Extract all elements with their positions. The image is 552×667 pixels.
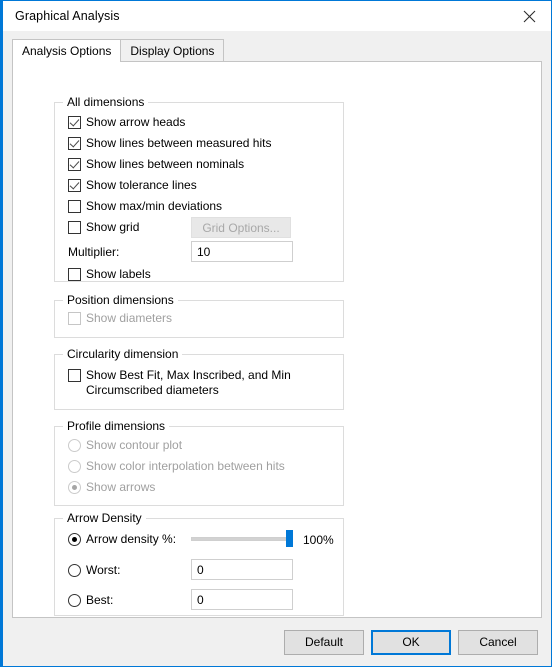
worst-input[interactable]: 0 (191, 559, 293, 580)
checkbox-show-diameters-label: Show diameters (86, 311, 173, 325)
arrow-density-value: 100% (303, 533, 334, 547)
radio-worst[interactable]: Worst: (68, 563, 120, 577)
checkbox-show-max-min-deviations[interactable]: Show max/min deviations (68, 199, 222, 213)
graphical-analysis-dialog: Graphical Analysis Analysis Options Disp… (0, 0, 552, 667)
multiplier-input-value: 10 (197, 244, 211, 259)
close-glyph (523, 10, 535, 22)
worst-input-value: 0 (197, 562, 204, 577)
radio-arrow-density-label: Arrow density %: (86, 532, 177, 546)
arrow-density-slider-thumb[interactable] (286, 530, 293, 547)
radio-best-label: Best: (86, 593, 114, 607)
radio-show-color-interpolation: Show color interpolation between hits (68, 459, 285, 473)
checkbox-show-labels[interactable]: Show labels (68, 267, 151, 281)
checkbox-show-max-min-deviations-label: Show max/min deviations (86, 199, 223, 213)
cancel-button-label: Cancel (479, 635, 517, 649)
radio-best[interactable]: Best: (68, 593, 113, 607)
checkbox-show-tolerance-lines-label: Show tolerance lines (86, 178, 197, 192)
checkbox-show-grid[interactable]: Show grid (68, 220, 139, 234)
checkbox-show-labels-box[interactable] (68, 268, 81, 281)
checkbox-show-best-fit-diameters[interactable]: Show Best Fit, Max Inscribed, and Min Ci… (68, 368, 318, 398)
checkbox-show-best-fit-diameters-box[interactable] (68, 369, 81, 382)
checkbox-show-diameters: Show diameters (68, 311, 172, 325)
grid-options-button: Grid Options... (191, 217, 291, 238)
checkbox-show-tolerance-lines-box[interactable] (68, 179, 81, 192)
ok-button-label: OK (402, 635, 420, 649)
checkbox-show-lines-measured-hits-label: Show lines between measured hits (86, 136, 272, 150)
group-arrow-density: Arrow Density Arrow density %: 100% Wors… (54, 511, 344, 616)
dialog-footer: Default OK Cancel (3, 618, 551, 666)
arrow-density-slider-track (191, 537, 293, 541)
close-icon[interactable] (507, 2, 551, 31)
radio-arrow-density-circle[interactable] (68, 533, 81, 546)
arrow-density-slider[interactable] (191, 530, 293, 548)
checkbox-show-diameters-box (68, 312, 81, 325)
title-bar: Graphical Analysis (3, 1, 551, 31)
checkbox-show-labels-label: Show labels (86, 267, 151, 281)
radio-worst-label: Worst: (86, 563, 121, 577)
multiplier-input[interactable]: 10 (191, 241, 293, 262)
group-circularity-dimension: Circularity dimension Show Best Fit, Max… (54, 347, 344, 410)
group-profile-dimensions: Profile dimensions Show contour plot Sho… (54, 419, 344, 506)
checkbox-show-arrow-heads[interactable]: Show arrow heads (68, 115, 185, 129)
default-button-label: Default (304, 635, 344, 649)
checkbox-show-tolerance-lines[interactable]: Show tolerance lines (68, 178, 197, 192)
cancel-button[interactable]: Cancel (458, 629, 538, 655)
checkbox-show-arrow-heads-label: Show arrow heads (86, 115, 186, 129)
checkbox-show-lines-nominals-label: Show lines between nominals (86, 157, 245, 171)
ok-button[interactable]: OK (371, 629, 451, 655)
best-input-value: 0 (197, 592, 204, 607)
checkbox-show-lines-nominals-box[interactable] (68, 158, 81, 171)
checkbox-show-lines-measured-hits[interactable]: Show lines between measured hits (68, 136, 271, 150)
checkbox-show-grid-label: Show grid (86, 220, 140, 234)
radio-show-arrows-circle (68, 481, 81, 494)
radio-show-color-interpolation-circle (68, 460, 81, 473)
analysis-options-panel: All dimensions Show arrow heads Show lin… (12, 61, 542, 618)
tab-display-options-label: Display Options (130, 43, 215, 58)
group-all-dimensions: All dimensions Show arrow heads Show lin… (54, 95, 344, 282)
default-button[interactable]: Default (284, 629, 364, 655)
radio-show-arrows-label: Show arrows (86, 480, 156, 494)
multiplier-label: Multiplier: (68, 245, 120, 259)
tab-display-options[interactable]: Display Options (120, 39, 225, 61)
multiplier-label-row: Multiplier: (68, 245, 119, 259)
checkbox-show-grid-box[interactable] (68, 221, 81, 234)
radio-worst-circle[interactable] (68, 564, 81, 577)
tab-strip: Analysis Options Display Options (12, 39, 551, 62)
radio-best-circle[interactable] (68, 594, 81, 607)
radio-show-arrows: Show arrows (68, 480, 155, 494)
radio-show-contour-plot: Show contour plot (68, 438, 182, 452)
grid-options-button-label: Grid Options... (202, 220, 280, 235)
radio-show-contour-plot-label: Show contour plot (86, 438, 183, 452)
radio-show-color-interpolation-label: Show color interpolation between hits (86, 459, 285, 473)
window-title: Graphical Analysis (15, 9, 120, 23)
checkbox-show-arrow-heads-box[interactable] (68, 116, 81, 129)
tab-analysis-options[interactable]: Analysis Options (12, 39, 122, 62)
group-position-dimensions: Position dimensions Show diameters (54, 293, 344, 338)
tab-analysis-options-label: Analysis Options (22, 44, 112, 58)
radio-arrow-density[interactable]: Arrow density %: (68, 532, 176, 546)
checkbox-show-lines-measured-hits-box[interactable] (68, 137, 81, 150)
checkbox-show-max-min-deviations-box[interactable] (68, 200, 81, 213)
best-input[interactable]: 0 (191, 589, 293, 610)
checkbox-show-lines-nominals[interactable]: Show lines between nominals (68, 157, 244, 171)
checkbox-show-best-fit-diameters-label: Show Best Fit, Max Inscribed, and Min Ci… (86, 368, 291, 397)
radio-show-contour-plot-circle (68, 439, 81, 452)
